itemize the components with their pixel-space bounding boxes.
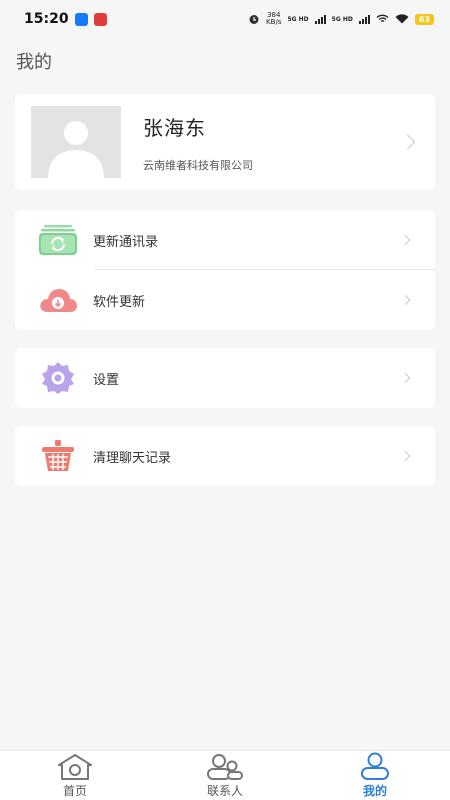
menu-label-software-update: 软件更新 [93, 294, 146, 310]
network-speed: 384 KB/s [266, 12, 281, 26]
tab-contacts[interactable]: 联系人 [180, 752, 270, 799]
alarm-icon [249, 15, 259, 24]
chevron-right-icon [400, 373, 411, 383]
profile-company: 云南维者科技有限公司 [143, 158, 253, 172]
chevron-right-icon [399, 134, 416, 150]
wifi-icon-2 [395, 14, 409, 24]
profile-card[interactable]: 张海东 云南维者科技有限公司 [15, 94, 435, 190]
chevron-right-icon [400, 451, 411, 461]
chevron-right-icon [400, 235, 411, 245]
status-right: 384 KB/s 5G HD 5G HD 63 [248, 12, 434, 26]
basket-icon [37, 440, 79, 472]
tab-label-profile: 我的 [362, 784, 387, 798]
menu-group-settings: 设置 [15, 348, 435, 408]
cloud-download-icon [37, 284, 79, 316]
menu-label-settings: 设置 [93, 372, 120, 388]
menu-group-clear: 清理聊天记录 [15, 426, 435, 486]
wifi-icon-1 [376, 14, 389, 23]
speed-unit: KB/s [266, 18, 282, 26]
profile-name: 张海东 [143, 115, 206, 140]
page-title: 我的 [16, 52, 52, 73]
menu-item-clear-chat[interactable]: 清理聊天记录 [15, 426, 435, 486]
profile-icon [359, 752, 391, 780]
sync-contacts-icon [37, 224, 79, 256]
tab-label-contacts: 联系人 [206, 784, 243, 798]
signal-icon-1 [314, 14, 326, 24]
battery-indicator: 63 [414, 13, 434, 25]
bottom-tab-bar: 首页 联系人 我的 [0, 750, 450, 800]
default-avatar-icon [31, 106, 121, 178]
alipay-notification-icon [74, 12, 88, 26]
menu-label-update-contacts: 更新通讯录 [93, 234, 159, 250]
network-label-2: 5G HD [331, 15, 353, 23]
tab-home[interactable]: 首页 [30, 752, 120, 799]
menu-group-sync: 更新通讯录 软件更新 [15, 210, 435, 330]
menu-label-clear-chat: 清理聊天记录 [93, 450, 172, 466]
status-left: 15:20 [24, 11, 107, 27]
menu-item-update-contacts[interactable]: 更新通讯录 [15, 210, 435, 270]
contacts-icon [206, 752, 244, 780]
tab-profile[interactable]: 我的 [330, 752, 420, 799]
tab-label-home: 首页 [62, 784, 87, 798]
status-bar: 15:20 384 KB/s 5G HD 5G HD 63 [0, 0, 450, 38]
signal-icon-2 [358, 14, 370, 24]
menu-item-software-update[interactable]: 软件更新 [15, 270, 435, 330]
home-icon [57, 752, 93, 780]
gear-icon [37, 362, 79, 394]
chevron-right-icon [400, 295, 411, 305]
avatar [31, 106, 121, 178]
network-label-1: 5G HD [287, 15, 309, 23]
profile-info: 张海东 云南维者科技有限公司 [143, 112, 253, 173]
status-time: 15:20 [24, 11, 69, 27]
app-notification-icon [93, 12, 107, 26]
menu-item-settings[interactable]: 设置 [15, 348, 435, 408]
